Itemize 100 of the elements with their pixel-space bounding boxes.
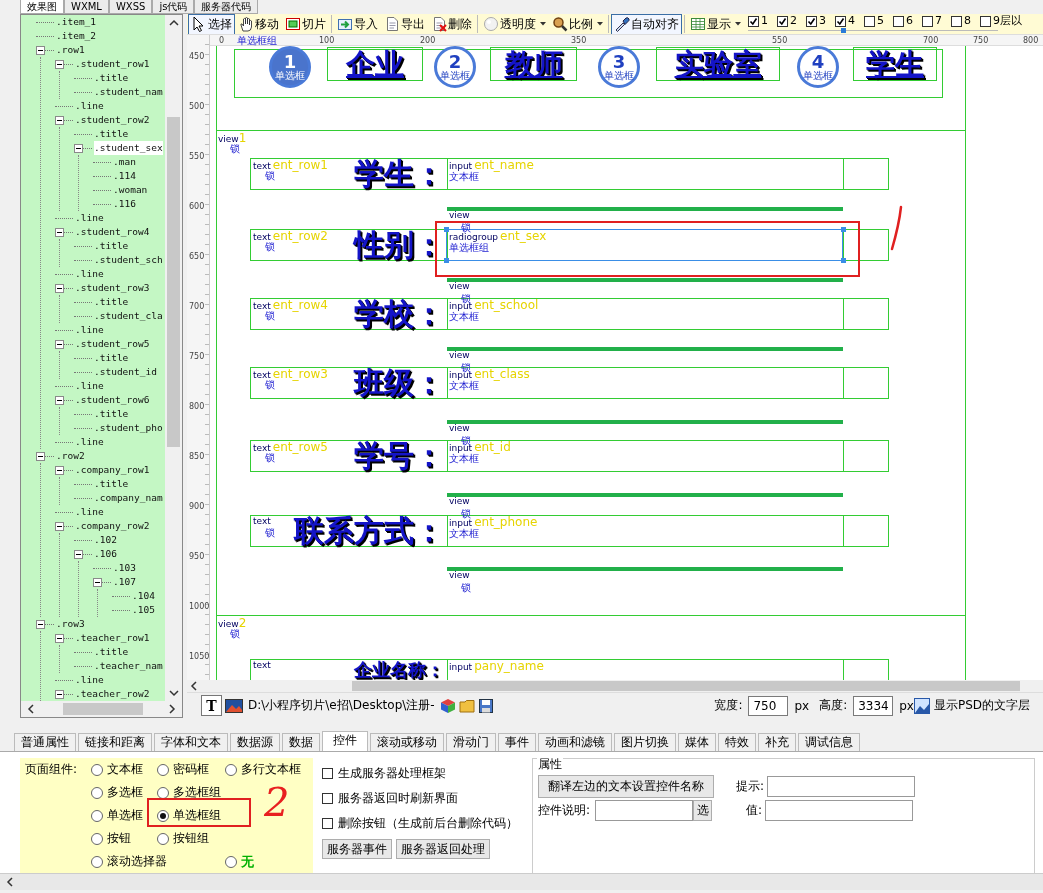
tab[interactable]: 调试信息 bbox=[798, 733, 860, 751]
radio-button[interactable] bbox=[91, 855, 103, 868]
width-field[interactable]: 750 bbox=[748, 695, 789, 716]
checkbox[interactable] bbox=[777, 15, 788, 27]
collapse-icon[interactable] bbox=[55, 689, 64, 699]
collapse-icon[interactable] bbox=[55, 633, 64, 643]
tree-item[interactable]: .company_row1 bbox=[75, 463, 150, 477]
tree-item[interactable]: .116 bbox=[113, 197, 136, 211]
tree-item[interactable]: .student_nam bbox=[94, 85, 163, 99]
radio-button[interactable] bbox=[157, 832, 169, 845]
tab[interactable]: 动画和滤镜 bbox=[538, 733, 612, 751]
tab[interactable]: 媒体 bbox=[678, 733, 716, 751]
tree-item[interactable]: .man bbox=[113, 155, 136, 169]
tree-item[interactable]: .student_row3 bbox=[75, 281, 150, 295]
resize-handle[interactable] bbox=[841, 258, 846, 263]
tab[interactable]: 图片切换 bbox=[614, 733, 676, 751]
vertical-scrollbar[interactable] bbox=[165, 15, 182, 701]
checkbox[interactable] bbox=[951, 15, 962, 27]
hint-field[interactable] bbox=[767, 776, 915, 797]
checkbox[interactable] bbox=[322, 792, 333, 804]
checkbox[interactable] bbox=[748, 15, 759, 27]
chevron-right-icon[interactable] bbox=[168, 704, 176, 714]
tree-item[interactable]: .student_sch bbox=[94, 253, 163, 267]
radio-button[interactable] bbox=[91, 786, 103, 799]
tab[interactable]: 补充 bbox=[758, 733, 796, 751]
radio-button[interactable] bbox=[157, 786, 169, 799]
checkbox[interactable] bbox=[835, 15, 846, 27]
description-field[interactable] bbox=[595, 800, 693, 821]
tree-item[interactable]: .item_1 bbox=[56, 15, 97, 29]
tree-item[interactable]: .line bbox=[75, 323, 104, 337]
horizontal-scrollbar[interactable] bbox=[21, 701, 182, 717]
tree-item[interactable]: .woman bbox=[113, 183, 148, 197]
tree-item[interactable]: .104 bbox=[132, 589, 155, 603]
tab[interactable]: 特效 bbox=[718, 733, 756, 751]
pick-button[interactable]: 选 bbox=[693, 800, 712, 821]
tree-item[interactable]: .title bbox=[94, 295, 129, 309]
chevron-left-icon[interactable] bbox=[190, 681, 198, 691]
tab[interactable]: 事件 bbox=[498, 733, 536, 751]
tab[interactable]: 数据 bbox=[282, 733, 320, 751]
tree-item[interactable]: .teacher_nam bbox=[94, 659, 163, 673]
collapse-icon[interactable] bbox=[36, 45, 45, 55]
tree-item[interactable]: .line bbox=[75, 673, 104, 687]
radio-button[interactable] bbox=[91, 809, 103, 822]
picture-icon[interactable] bbox=[225, 697, 243, 714]
tree-item[interactable]: .102 bbox=[94, 533, 117, 547]
tree-item[interactable]: .103 bbox=[113, 561, 136, 575]
radio-button[interactable] bbox=[225, 763, 237, 776]
checkbox[interactable] bbox=[806, 15, 817, 27]
design-canvas[interactable] bbox=[187, 35, 1043, 680]
tab[interactable]: 链接和距离 bbox=[78, 733, 152, 751]
tab[interactable]: 字体和文本 bbox=[154, 733, 228, 751]
folder-icon[interactable] bbox=[458, 697, 475, 714]
tree-item[interactable]: .row2 bbox=[56, 449, 85, 463]
resize-handle[interactable] bbox=[841, 227, 846, 232]
dropdown-button[interactable]: 透明度 bbox=[480, 14, 549, 34]
tree-item[interactable]: .title bbox=[94, 407, 129, 421]
radio-button[interactable] bbox=[157, 809, 169, 822]
collapse-icon[interactable] bbox=[93, 577, 102, 587]
checkbox[interactable] bbox=[322, 767, 333, 779]
chevron-down-icon[interactable] bbox=[168, 689, 179, 697]
save-icon[interactable] bbox=[477, 697, 494, 714]
collapse-icon[interactable] bbox=[74, 549, 83, 559]
checkbox[interactable] bbox=[864, 15, 875, 27]
tree-item[interactable]: .title bbox=[94, 239, 129, 253]
tree-item[interactable]: .student_row5 bbox=[75, 337, 150, 351]
tree-item[interactable]: .student_row6 bbox=[75, 393, 150, 407]
tree-item[interactable]: .title bbox=[94, 127, 129, 141]
toolbar-button[interactable]: 导出 bbox=[381, 14, 428, 34]
scrollbar-thumb[interactable] bbox=[352, 681, 1020, 691]
tree-item[interactable]: .row3 bbox=[56, 617, 85, 631]
tree-item[interactable]: .105 bbox=[132, 603, 155, 617]
horizontal-scrollbar[interactable] bbox=[0, 874, 1043, 890]
tab[interactable]: 滚动或移动 bbox=[370, 733, 444, 751]
tree-item[interactable]: .line bbox=[75, 267, 104, 281]
tree-item[interactable]: .teacher_row1 bbox=[75, 631, 150, 645]
chevron-up-icon[interactable] bbox=[168, 19, 179, 27]
translate-button[interactable]: 翻译左边的文本设置控件名称 bbox=[538, 775, 714, 798]
dropdown-button[interactable]: 比例 bbox=[549, 14, 606, 34]
picture-icon[interactable] bbox=[913, 697, 930, 714]
tree-item[interactable]: .item_2 bbox=[56, 29, 97, 43]
toolbar-button[interactable]: 删除 bbox=[428, 14, 475, 34]
tab[interactable]: 滑动门 bbox=[446, 733, 496, 751]
resize-handle[interactable] bbox=[444, 227, 449, 232]
tree-item[interactable]: .title bbox=[94, 477, 129, 491]
toolbar-button[interactable]: 自动对齐 bbox=[611, 14, 682, 34]
collapse-icon[interactable] bbox=[36, 451, 45, 461]
tree-item[interactable]: .company_row2 bbox=[75, 519, 150, 533]
tree-item[interactable]: .line bbox=[75, 505, 104, 519]
tree-item[interactable]: .106 bbox=[94, 547, 117, 561]
collapse-icon[interactable] bbox=[55, 115, 64, 125]
scrollbar-thumb[interactable] bbox=[167, 117, 180, 447]
action-button[interactable]: 服务器事件 bbox=[322, 839, 392, 859]
collapse-icon[interactable] bbox=[55, 521, 64, 531]
resize-handle[interactable] bbox=[444, 258, 449, 263]
checkbox[interactable] bbox=[893, 15, 904, 27]
tab[interactable]: 数据源 bbox=[230, 733, 280, 751]
collapse-icon[interactable] bbox=[55, 227, 64, 237]
tree-item[interactable]: .title bbox=[94, 645, 129, 659]
toolbar-button[interactable]: 选择 bbox=[188, 14, 235, 34]
collapse-icon[interactable] bbox=[55, 395, 64, 405]
